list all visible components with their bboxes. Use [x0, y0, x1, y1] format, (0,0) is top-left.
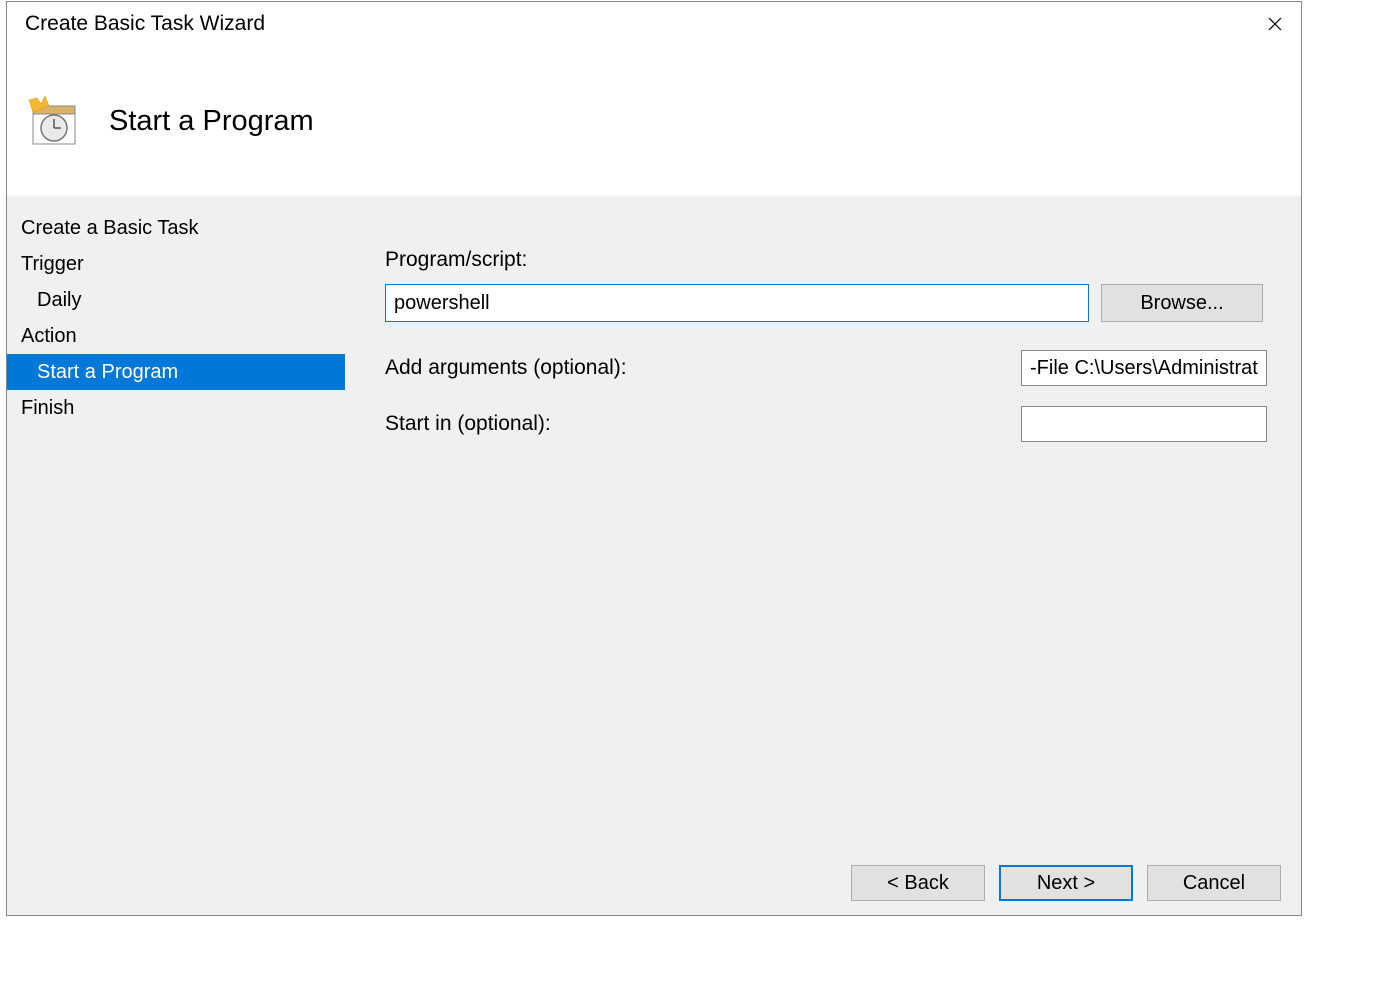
- program-script-input[interactable]: [385, 284, 1089, 322]
- program-script-label: Program/script:: [385, 248, 1271, 272]
- sidebar-item-start-a-program[interactable]: Start a Program: [7, 354, 345, 390]
- program-row: Browse...: [385, 284, 1271, 322]
- browse-button[interactable]: Browse...: [1101, 284, 1263, 322]
- back-button[interactable]: < Back: [851, 865, 985, 901]
- startin-row: Start in (optional):: [385, 406, 1271, 442]
- wizard-content: Program/script: Browse... Add arguments …: [345, 196, 1301, 851]
- window-title: Create Basic Task Wizard: [25, 12, 265, 36]
- startin-label: Start in (optional):: [385, 412, 551, 436]
- sidebar-item-action[interactable]: Action: [7, 318, 345, 354]
- wizard-sidebar: Create a Basic Task Trigger Daily Action…: [7, 196, 345, 851]
- arguments-input[interactable]: [1021, 350, 1267, 386]
- sidebar-item-trigger[interactable]: Trigger: [7, 246, 345, 282]
- sidebar-item-finish[interactable]: Finish: [7, 390, 345, 426]
- cancel-button[interactable]: Cancel: [1147, 865, 1281, 901]
- close-icon: [1268, 17, 1282, 31]
- wizard-header: Start a Program: [7, 46, 1301, 196]
- close-button[interactable]: [1249, 4, 1301, 44]
- wizard-window: Create Basic Task Wizard Start a Program…: [6, 1, 1302, 916]
- startin-input[interactable]: [1021, 406, 1267, 442]
- arguments-label: Add arguments (optional):: [385, 356, 627, 380]
- wizard-body: Create a Basic Task Trigger Daily Action…: [7, 196, 1301, 851]
- arguments-row: Add arguments (optional):: [385, 350, 1271, 386]
- sidebar-item-create-basic-task[interactable]: Create a Basic Task: [7, 210, 345, 246]
- wizard-footer: < Back Next > Cancel: [7, 851, 1301, 915]
- sidebar-item-daily[interactable]: Daily: [7, 282, 345, 318]
- next-button[interactable]: Next >: [999, 865, 1133, 901]
- task-scheduler-icon: [23, 92, 81, 150]
- wizard-step-title: Start a Program: [109, 105, 314, 138]
- titlebar: Create Basic Task Wizard: [7, 2, 1301, 46]
